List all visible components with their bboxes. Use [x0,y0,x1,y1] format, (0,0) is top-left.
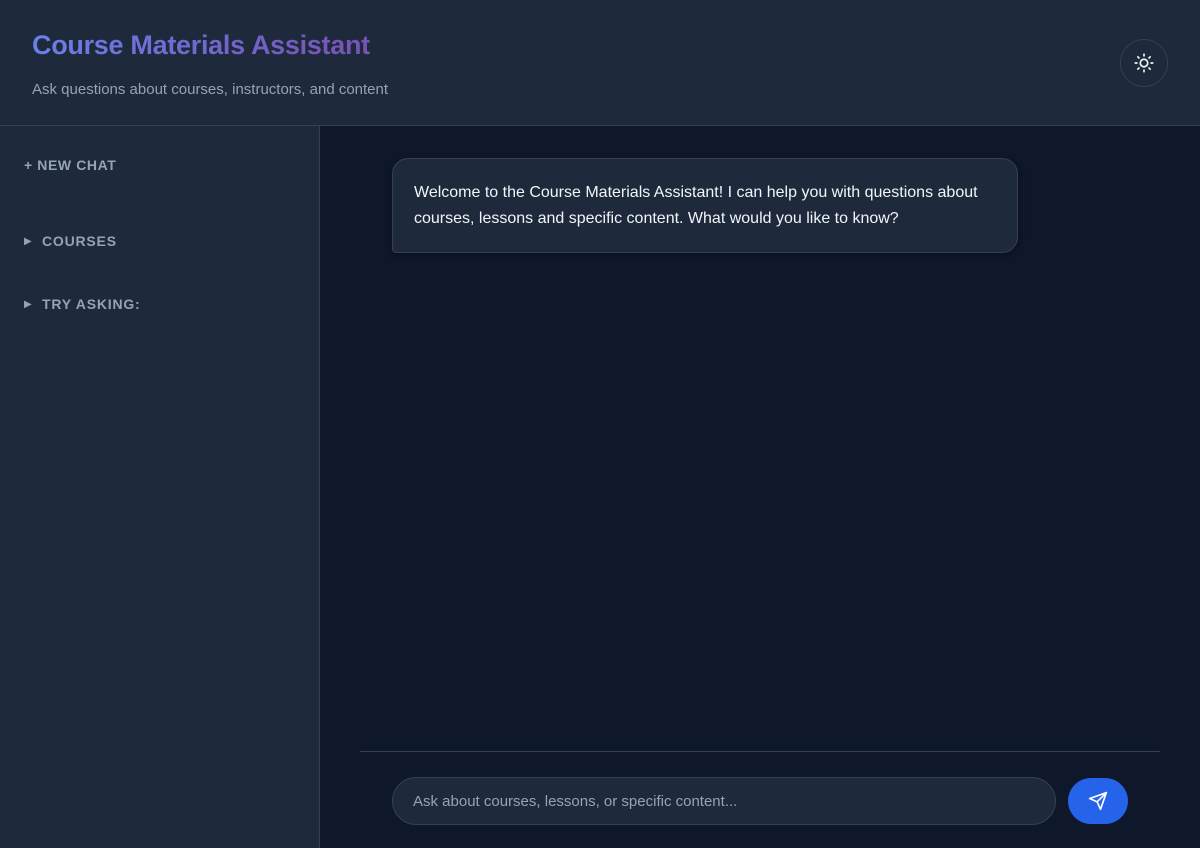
triangle-right-icon: ▶ [24,298,33,310]
app-root: Course Materials Assistant Ask questions… [0,0,1200,848]
header: Course Materials Assistant Ask questions… [0,0,1200,126]
chat-area: Welcome to the Course Materials Assistan… [320,126,1200,848]
sidebar-section-try-asking[interactable]: ▶ TRY ASKING: [24,296,141,312]
sidebar: + NEW CHAT ▶ COURSES ▶ TRY ASKING: [0,126,320,848]
page-subtitle: Ask questions about courses, instructors… [32,81,389,98]
chat-input[interactable] [392,777,1056,825]
sidebar-section-label: TRY ASKING: [42,296,141,312]
theme-toggle-button[interactable] [1120,39,1168,87]
sidebar-section-label: COURSES [42,233,117,249]
sidebar-section-courses[interactable]: ▶ COURSES [24,233,117,249]
send-button[interactable] [1068,778,1128,824]
input-divider [360,751,1160,752]
assistant-message: Welcome to the Course Materials Assistan… [392,158,1018,253]
triangle-right-icon: ▶ [24,235,33,247]
new-chat-button[interactable]: + NEW CHAT [24,157,116,173]
send-icon [1088,791,1108,811]
page-title: Course Materials Assistant [32,30,370,60]
sun-icon [1134,53,1154,73]
